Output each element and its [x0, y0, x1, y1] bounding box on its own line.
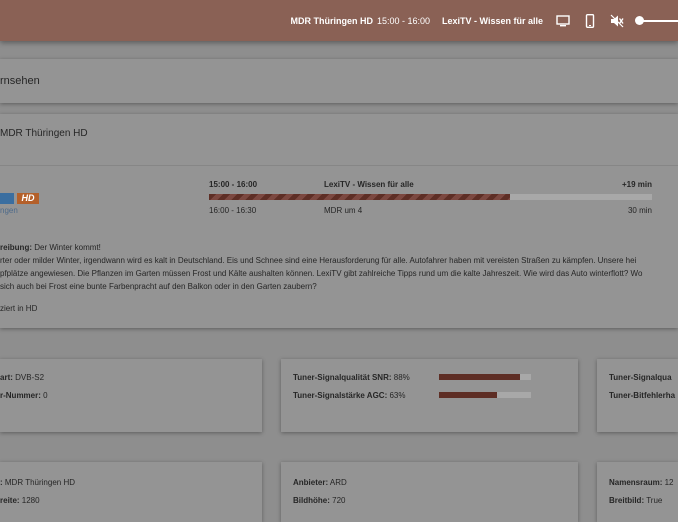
description-line: rter oder milder Winter, irgendwann wird…	[0, 256, 637, 265]
description-title: Der Winter kommt!	[32, 243, 101, 252]
page-title-card: rnsehen	[0, 59, 678, 103]
topbar-show: LexiTV - Wissen für alle	[442, 15, 543, 26]
hd-note: ziert in HD	[0, 304, 38, 313]
tuner-type: art: DVB-S2	[0, 373, 45, 382]
current-title: LexiTV - Wissen für alle	[324, 180, 414, 189]
program-progress-fill	[209, 194, 511, 200]
tuner-card-1: art: DVB-S2 r-Nummer: 0	[0, 359, 262, 432]
widescreen-row: Breitbild: True	[609, 496, 663, 505]
logo-hd-badge: HD	[17, 193, 39, 204]
topbar-channel: MDR Thüringen HD	[290, 15, 374, 26]
next-title: MDR um 4	[324, 206, 363, 215]
volume-slider-track	[638, 19, 678, 22]
tuner-signal-card: Tuner-Signalqualität SNR: 88% Tuner-Sign…	[281, 359, 578, 432]
namespace-row: Namensraum: 12	[609, 478, 674, 487]
snr-bar	[439, 374, 531, 380]
tuner-number: r-Nummer: 0	[0, 391, 48, 400]
program-description: reibung: Der Winter kommt! rter oder mil…	[0, 241, 678, 293]
provider-row: Anbieter: ARD	[293, 478, 347, 487]
current-time: 15:00 - 16:00	[209, 180, 258, 189]
description-heading: reibung: Der Winter kommt!	[0, 241, 678, 254]
tuner-biterror-label: Tuner-Bitfehlerha	[609, 391, 676, 400]
info-card-2: Anbieter: ARD Bildhöhe: 720	[281, 462, 578, 522]
channel-name: MDR Thüringen HD	[0, 128, 88, 139]
agc-bar	[439, 392, 531, 398]
channel-logo: HD ngen	[0, 193, 40, 223]
tuner-card-3: Tuner-Signalqua Tuner-Bitfehlerha	[597, 359, 678, 432]
snr-bar-fill	[439, 374, 520, 380]
description-line: sich auch bei Frost eine bunte Farbenpra…	[0, 282, 317, 291]
volume-slider[interactable]	[635, 13, 678, 29]
volume-muted-icon[interactable]	[609, 13, 625, 29]
description-line: pfplätze angewiesen. Die Pflanzen im Gar…	[0, 269, 643, 278]
divider	[0, 165, 678, 166]
topbar-time: 15:00 - 16:00	[377, 15, 431, 26]
agc-bar-fill	[439, 392, 497, 398]
smartphone-icon[interactable]	[582, 13, 598, 29]
info-card-3: Namensraum: 12 Breitbild: True	[597, 462, 678, 522]
channel-name-row: : MDR Thüringen HD	[0, 478, 75, 487]
tv-icon[interactable]	[555, 13, 571, 29]
logo-block	[0, 193, 14, 204]
description-label: reibung:	[0, 243, 32, 252]
volume-slider-knob[interactable]	[635, 15, 644, 25]
page-title: rnsehen	[0, 75, 40, 87]
channel-card: MDR Thüringen HD HD ngen 15:00 - 16:00 L…	[0, 114, 678, 328]
width-row: reite: 1280	[0, 496, 40, 505]
top-bar: MDR Thüringen HD 15:00 - 16:00 LexiTV - …	[0, 0, 678, 41]
program-progress-bar	[209, 194, 652, 200]
snr-row: Tuner-Signalqualität SNR: 88%	[293, 373, 410, 382]
agc-row: Tuner-Signalstärke AGC: 63%	[293, 391, 406, 400]
height-row: Bildhöhe: 720	[293, 496, 346, 505]
tuner-quality-label: Tuner-Signalqua	[609, 373, 672, 382]
next-time: 16:00 - 16:30	[209, 206, 257, 215]
epg-info: 15:00 - 16:00 LexiTV - Wissen für alle +…	[209, 180, 652, 220]
info-card-1: : MDR Thüringen HD reite: 1280	[0, 462, 262, 522]
current-remaining: +19 min	[621, 180, 652, 189]
next-duration: 30 min	[627, 206, 652, 215]
logo-subtext: ngen	[0, 206, 18, 215]
